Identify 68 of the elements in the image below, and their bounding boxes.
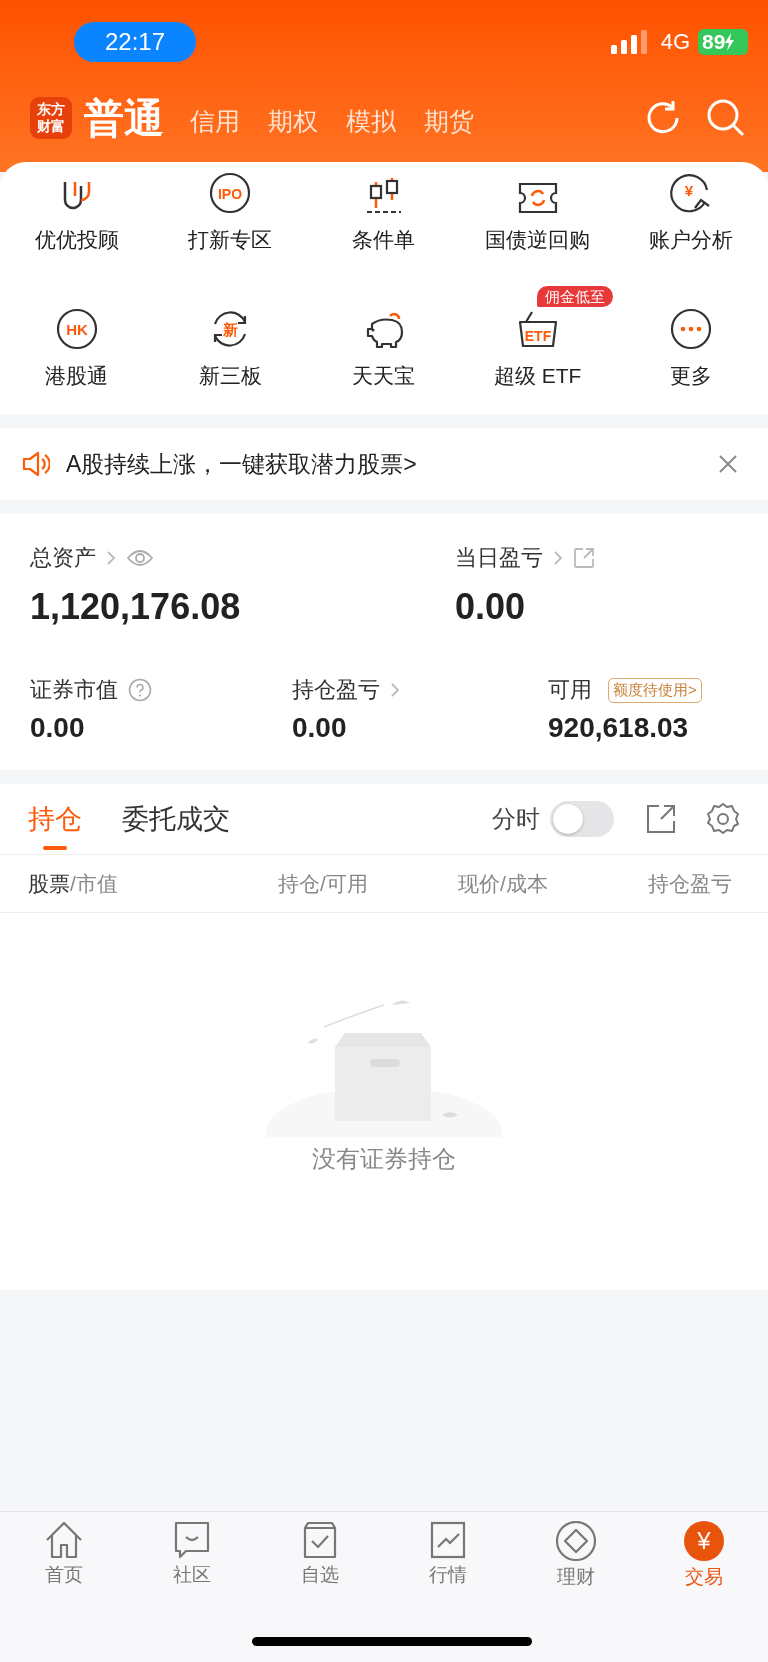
shortcut-item[interactable]: 天天宝 xyxy=(352,308,416,390)
nav-tab[interactable]: 社区 xyxy=(128,1520,256,1590)
eye-icon[interactable] xyxy=(126,549,154,567)
nav-tab[interactable]: 自选 xyxy=(256,1520,384,1590)
share-icon[interactable] xyxy=(646,804,676,834)
more-icon xyxy=(670,308,713,350)
intraday-label: 分时 xyxy=(492,804,540,834)
chat-icon xyxy=(172,1520,212,1560)
battery-level: 89 xyxy=(698,29,748,55)
candlestick-icon xyxy=(364,178,404,214)
shortcut-item[interactable]: 条件单 xyxy=(352,172,416,254)
chart-icon xyxy=(428,1520,468,1560)
shortcut-item[interactable]: ETF 超级 ETF xyxy=(493,308,582,390)
holdings-tab[interactable]: 委托成交 xyxy=(122,784,230,854)
nav-tab[interactable]: 行情 xyxy=(384,1520,512,1590)
shortcut-item[interactable]: 优优投顾 xyxy=(34,172,119,254)
column-header: 持仓/可用 xyxy=(278,870,369,897)
holdings-tab[interactable]: 持仓 xyxy=(28,784,82,854)
ticket-icon xyxy=(516,182,559,214)
circle-icon: IPO xyxy=(209,172,252,214)
nav-tab[interactable]: ¥ 交易 xyxy=(640,1520,768,1590)
shortcut-item[interactable]: 新 新三板 xyxy=(198,308,262,390)
asset-value: 0.00 xyxy=(455,586,527,628)
asset-value: 0.00 xyxy=(292,712,348,744)
chevron-icon xyxy=(553,550,563,566)
header-tab[interactable]: 期货 xyxy=(424,98,474,138)
asset-label: 当日盈亏 xyxy=(455,544,543,572)
header-tab[interactable]: 模拟 xyxy=(346,98,396,138)
empty-message: 没有证券持仓 xyxy=(312,1144,456,1174)
asset-value: 920,618.03 xyxy=(548,712,690,744)
asset-label: 证券市值 xyxy=(30,676,118,704)
speaker-icon xyxy=(22,451,50,477)
search-icon[interactable] xyxy=(706,98,746,138)
shortcut-item[interactable]: HK 港股通 xyxy=(45,308,109,390)
charging-icon xyxy=(725,33,736,51)
intraday-toggle[interactable] xyxy=(550,801,614,837)
chevron-icon xyxy=(106,550,116,566)
shortcut-item[interactable]: 更多 xyxy=(661,308,722,390)
header-tab[interactable]: 期权 xyxy=(268,98,318,138)
settings-icon[interactable] xyxy=(706,802,740,836)
app-logo: 东方财富 xyxy=(30,97,72,139)
asset-label: 可用 xyxy=(548,676,592,704)
nav-tab[interactable]: 首页 xyxy=(0,1520,128,1590)
shortcut-item[interactable]: ¥ 账户分析 xyxy=(649,172,734,254)
shortcut-item[interactable]: IPO 打新专区 xyxy=(188,172,273,254)
network-label: 4G xyxy=(660,29,690,55)
signal-icon xyxy=(610,30,649,54)
circle-icon: HK xyxy=(55,308,98,350)
asset-label: 总资产 xyxy=(30,544,96,572)
yen-icon: ¥ xyxy=(683,1520,725,1562)
asset-value: 0.00 xyxy=(30,712,86,744)
header-tab[interactable]: 普通 xyxy=(84,90,164,146)
header-tab[interactable]: 信用 xyxy=(190,98,240,138)
chevron-icon xyxy=(390,682,400,698)
quota-badge[interactable]: 额度待使用> xyxy=(608,677,702,703)
asset-value: 1,120,176.08 xyxy=(30,586,242,628)
help-icon[interactable] xyxy=(128,678,152,702)
home-icon xyxy=(44,1520,84,1560)
nav-tab[interactable]: 理财 xyxy=(512,1520,640,1590)
column-header: 持仓盈亏 xyxy=(648,870,733,897)
shortcut-item[interactable]: 国债逆回购 xyxy=(485,172,591,254)
share-icon[interactable] xyxy=(573,547,595,569)
status-time: 22:17 xyxy=(74,22,196,62)
column-header: 股票/市值 xyxy=(28,870,119,897)
asset-label: 持仓盈亏 xyxy=(292,676,380,704)
promo-badge: 佣金低至 xyxy=(536,286,613,307)
column-header: 现价/成本 xyxy=(458,870,549,897)
close-icon[interactable] xyxy=(718,454,738,474)
